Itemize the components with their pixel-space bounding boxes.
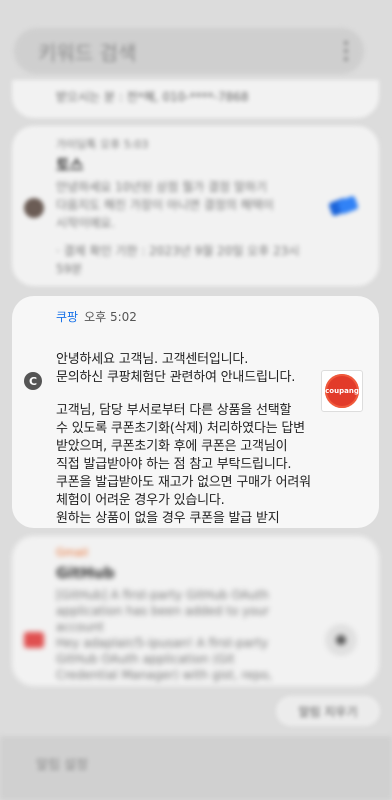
notification-line: · 결제 확인 기한 : 2023년 9월 20일 오후 23시 [56, 244, 300, 258]
notification-line: Credential Manager) with gist, repo, [56, 668, 273, 682]
coupang-logo-icon: coupang [321, 370, 363, 412]
notification-text: 받으시는 분 : 전*혜, 010-****-7868 [56, 90, 249, 104]
notification-header: 가이딩톡 오후 5:03 [56, 138, 149, 151]
notification-settings-label: 알림 설정 [36, 758, 88, 773]
notification-card-coupang[interactable]: 쿠팡 오후 5:02 안녕하세요 고객님. 고객센터입니다. 문의하신 쿠팡체험단… [12, 296, 379, 528]
search-input[interactable]: 키워드 검색 [38, 37, 344, 66]
message-line: 체험이 어려운 경우가 있습니다. [56, 493, 225, 508]
notification-header: 쿠팡 오후 5:02 [56, 308, 137, 325]
toss-logo-icon [328, 196, 359, 216]
notification-card-toss[interactable]: 가이딩톡 오후 5:03 토스 안녕하세요 10년된 상점 뭘가 결정 말하기 … [12, 126, 379, 286]
notification-time: 오후 5:02 [84, 310, 137, 324]
logo-text: coupang [325, 387, 359, 395]
message-line: 고객님, 담당 부서로부터 다른 상품을 선택할 [56, 403, 292, 418]
notification-line: 시작이에요. [56, 216, 116, 230]
message-line: 쿠폰을 발급받아도 재고가 없으면 구매가 어려워 [56, 475, 311, 490]
gmail-icon [24, 632, 44, 648]
notification-line: 안녕하세요 10년된 상점 뭘가 결정 말하기 [56, 180, 267, 194]
notification-header: Gmail [56, 546, 89, 559]
notification-settings-bar[interactable]: 알림 설정 [0, 736, 392, 800]
message-line: 직접 발급받아야 하는 점 참고 부탁드립니다. [56, 457, 292, 472]
sender-avatar: C [24, 372, 42, 390]
notification-card-github[interactable]: Gmail GitHub [GitHub] A first-party GitH… [12, 536, 379, 686]
notification-line: 59분 [56, 262, 83, 276]
notification-card-partial[interactable]: 받으시는 분 : 전*혜, 010-****-7868 [12, 80, 379, 118]
more-options-icon[interactable] [344, 41, 348, 61]
app-name: 쿠팡 [56, 310, 79, 324]
message-line: 안녕하세요 고객님. 고객센터입니다. [56, 352, 249, 367]
message-line: 수 있도록 쿠폰초기화(삭제) 처리하였다는 답변 [56, 421, 305, 436]
message-line: 받았으며, 쿠폰초기화 후에 쿠폰은 고객님이 [56, 439, 288, 454]
message-line: 문의하신 쿠팡체험단 관련하여 안내드립니다. [56, 370, 296, 385]
message-line: 원하는 상품이 없을 경우 쿠폰을 발급 받지 [56, 511, 280, 526]
sender-avatar [24, 198, 44, 218]
notification-line: 다음지도 해진 가장이 아니면 결정의 해택이 [56, 198, 274, 212]
notification-title: 토스 [56, 156, 84, 174]
clear-notifications-button[interactable]: 알림 지우기 [276, 696, 380, 726]
search-bar[interactable]: 키워드 검색 [14, 28, 364, 74]
notification-title: GitHub [56, 564, 115, 582]
avatar [325, 624, 357, 656]
